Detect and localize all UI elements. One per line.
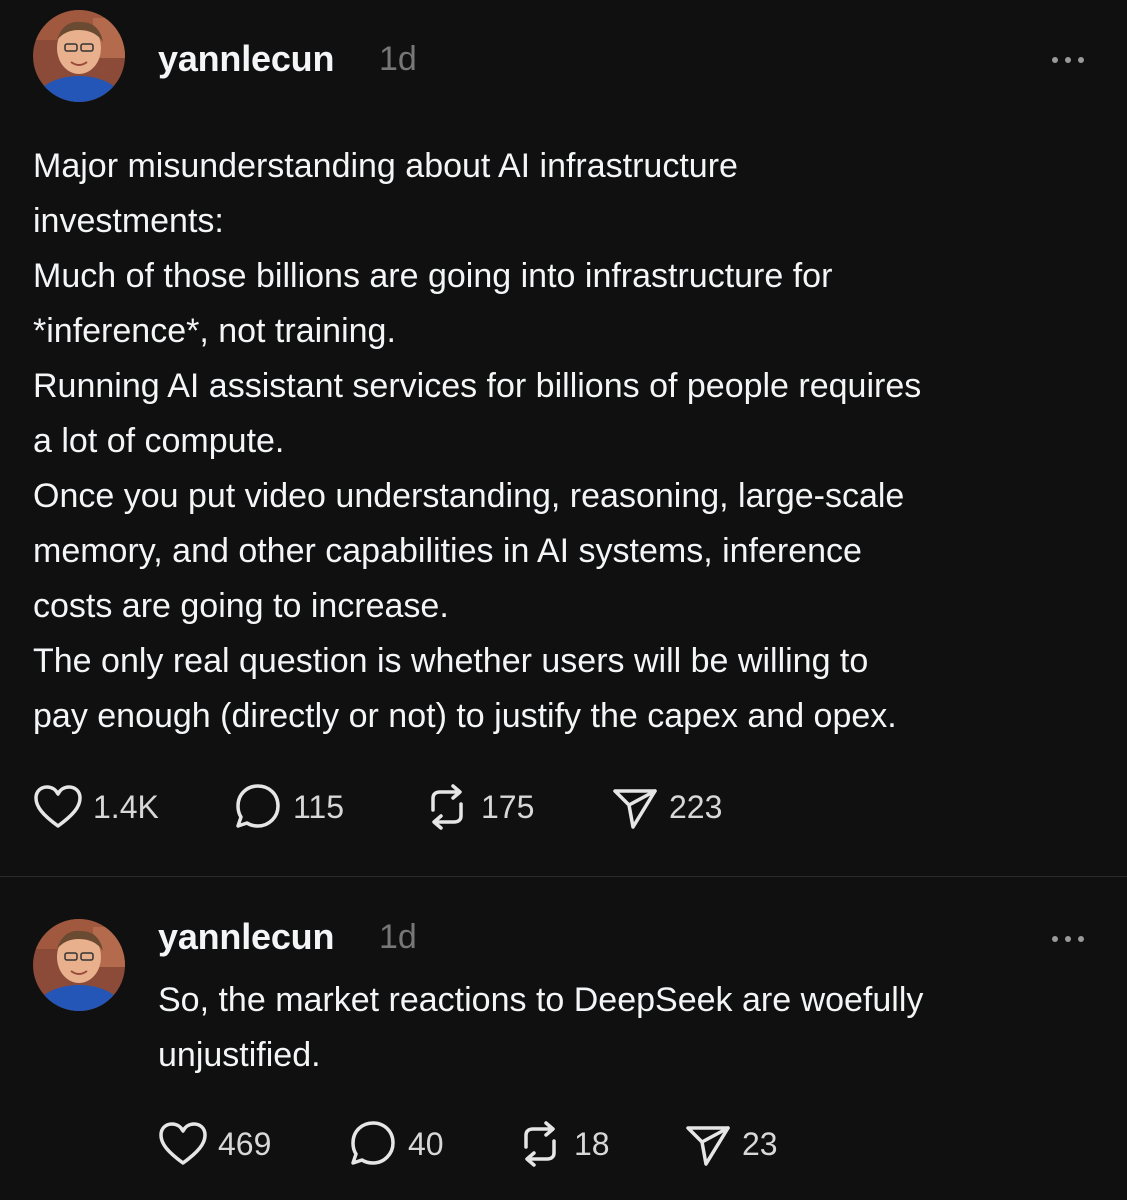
comment-icon (351, 1121, 395, 1165)
heart-icon (159, 1122, 207, 1165)
post-timestamp: 1d (379, 918, 417, 956)
like-button[interactable]: 469 (158, 1119, 271, 1169)
send-icon (686, 1126, 730, 1166)
send-icon (613, 789, 657, 829)
share-count: 23 (742, 1125, 778, 1162)
post-text-line: The only real question is whether users … (33, 642, 869, 680)
thread-post: yannlecun 1d So, the market reactions to… (0, 877, 1127, 1200)
reply-button[interactable]: 40 (348, 1119, 444, 1169)
post-text-line: pay enough (directly or not) to justify … (33, 697, 897, 735)
like-count: 469 (218, 1125, 272, 1162)
post-timestamp: 1d (379, 40, 417, 78)
avatar[interactable] (33, 919, 125, 1011)
more-options-icon[interactable] (1050, 929, 1090, 949)
post-text-line: a lot of compute. (33, 422, 285, 460)
more-options-icon[interactable] (1050, 50, 1090, 70)
share-button[interactable]: 223 (611, 782, 722, 832)
repost-count: 175 (481, 788, 535, 825)
like-count: 1.4K (93, 788, 159, 825)
post-text-line: costs are going to increase. (33, 587, 449, 625)
heart-icon (34, 785, 82, 828)
thread-post: yannlecun 1d Major misunderstanding abou… (0, 0, 1127, 876)
reply-count: 40 (408, 1125, 444, 1162)
repost-icon (431, 784, 463, 830)
reply-button[interactable]: 115 (233, 782, 344, 832)
avatar[interactable] (33, 10, 125, 102)
post-text-line: Running AI assistant services for billio… (33, 367, 922, 405)
share-button[interactable]: 23 (684, 1119, 778, 1169)
post-body: Major misunderstanding about AI infrastr… (33, 139, 921, 744)
post-text-line: Once you put video understanding, reason… (33, 477, 905, 515)
post-text-line: investments: (33, 202, 224, 240)
post-username[interactable]: yannlecun (158, 916, 334, 958)
repost-icon (524, 1121, 556, 1167)
comment-icon (236, 784, 280, 828)
post-text-line: Major misunderstanding about AI infrastr… (33, 147, 738, 185)
post-username[interactable]: yannlecun (158, 38, 334, 80)
reply-count: 115 (293, 788, 345, 825)
post-text-line: So, the market reactions to DeepSeek are… (158, 981, 924, 1019)
repost-count: 18 (574, 1125, 610, 1162)
post-text-line: Much of those billions are going into in… (33, 257, 833, 295)
post-text-line: unjustified. (158, 1036, 321, 1074)
repost-button[interactable]: 175 (423, 782, 534, 832)
post-body: So, the market reactions to DeepSeek are… (158, 973, 923, 1083)
post-text-line: memory, and other capabilities in AI sys… (33, 532, 862, 570)
post-text-line: *inference*, not training. (33, 312, 396, 350)
repost-button[interactable]: 18 (516, 1119, 610, 1169)
like-button[interactable]: 1.4K (33, 782, 159, 832)
share-count: 223 (669, 788, 723, 825)
